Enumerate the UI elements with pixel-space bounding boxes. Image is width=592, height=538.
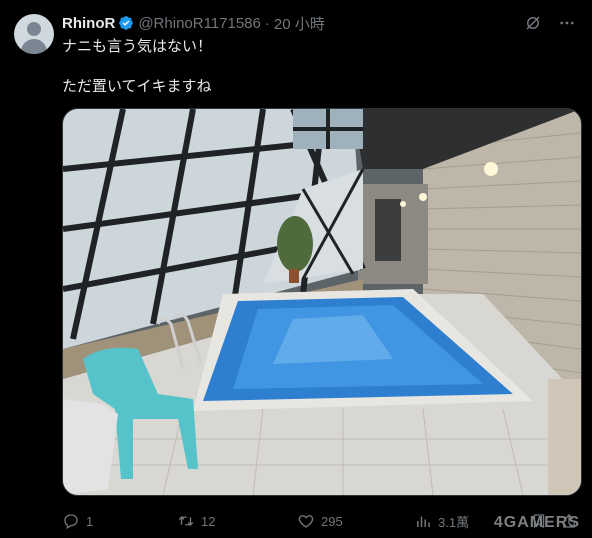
display-name[interactable]: RhinoR <box>62 15 115 32</box>
watermark: 4GAMERS <box>493 514 580 531</box>
reply-button[interactable]: 1 <box>62 510 93 532</box>
tweet-text-line-2: ただ置いてイキますね <box>62 78 212 95</box>
views-count: 3.1萬 <box>438 514 470 530</box>
more-icon[interactable] <box>556 12 578 34</box>
heart-icon <box>298 515 314 528</box>
grok-icon[interactable] <box>522 12 544 34</box>
tweet-header: RhinoR @RhinoR1171586 · 20 小時 <box>62 13 325 34</box>
verified-badge-icon <box>118 15 134 31</box>
tweet-text-line-1: ナニも言う気はない！ <box>62 38 213 55</box>
avatar-body <box>21 39 47 54</box>
tweet[interactable]: RhinoR @RhinoR1171586 · 20 小時 ナニも言う気はない！… <box>0 0 592 538</box>
reply-count: 1 <box>86 513 94 529</box>
top-right-controls <box>522 12 578 34</box>
reply-icon <box>64 514 78 529</box>
views-icon <box>417 516 430 527</box>
retweet-count: 12 <box>201 513 216 529</box>
tweet-media-image[interactable] <box>62 108 582 496</box>
avatar-head <box>27 22 41 36</box>
separator-dot: · <box>264 14 270 32</box>
handle[interactable]: @RhinoR1171586 <box>138 15 261 32</box>
pool-photo <box>63 109 581 495</box>
timestamp[interactable]: 20 小時 <box>274 13 325 34</box>
like-button[interactable]: 295 <box>297 510 343 532</box>
retweet-button[interactable]: 12 <box>177 510 215 532</box>
retweet-icon <box>178 515 194 527</box>
views-button[interactable]: 3.1萬 <box>414 510 469 532</box>
avatar[interactable] <box>14 14 54 54</box>
like-count: 295 <box>321 513 343 529</box>
